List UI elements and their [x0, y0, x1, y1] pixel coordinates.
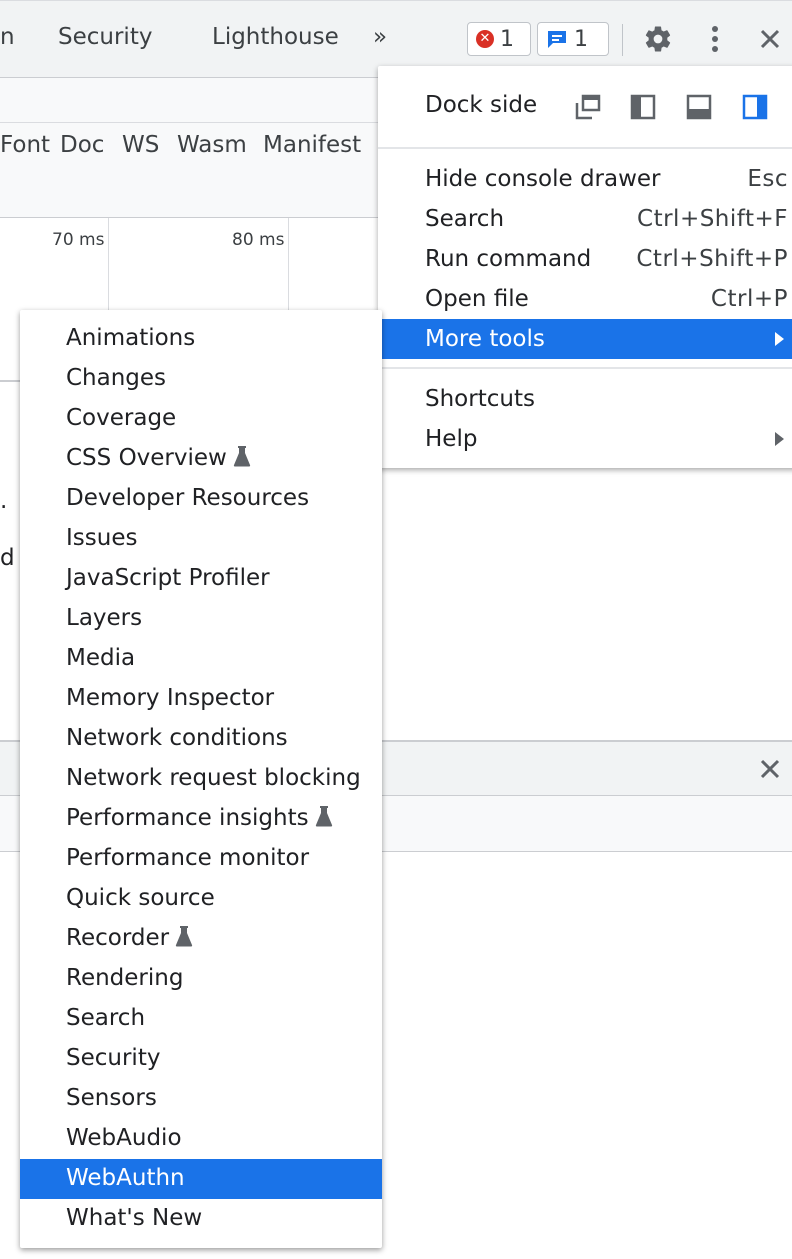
- text-fragment: .: [0, 488, 8, 514]
- more-tools-item-quick-source[interactable]: Quick source: [20, 879, 382, 919]
- experiment-flask-icon: [315, 806, 332, 827]
- dock-side-label: Dock side: [425, 92, 538, 118]
- menu-item-hide-console-drawer[interactable]: Hide console drawer Esc: [378, 159, 792, 199]
- more-tools-item-recorder[interactable]: Recorder: [20, 919, 382, 959]
- timeline-tick-label: 80 ms: [232, 230, 285, 250]
- more-options-button[interactable]: [697, 20, 733, 58]
- dock-side-row: Dock side: [378, 86, 792, 130]
- tab-partial[interactable]: n: [0, 24, 15, 50]
- kebab-menu-icon: [712, 26, 718, 52]
- submenu-arrow-icon: [775, 432, 784, 446]
- filter-type-ws[interactable]: WS: [122, 132, 159, 158]
- dock-right-icon[interactable]: [742, 94, 768, 120]
- shortcut-label: Ctrl+Shift+P: [636, 246, 788, 272]
- more-tools-item-performance-insights[interactable]: Performance insights: [20, 799, 382, 839]
- experiment-flask-icon: [233, 446, 251, 467]
- more-tools-item-webaudio[interactable]: WebAudio: [20, 1119, 382, 1159]
- shortcut-label: Esc: [747, 166, 788, 192]
- error-icon: ✕: [476, 30, 494, 48]
- tab-lighthouse[interactable]: Lighthouse: [212, 24, 339, 50]
- more-tools-item-javascript-profiler[interactable]: JavaScript Profiler: [20, 559, 382, 599]
- close-drawer-button[interactable]: [752, 750, 788, 788]
- dock-left-icon[interactable]: [630, 94, 656, 120]
- close-icon: [760, 759, 780, 779]
- close-icon: [760, 29, 780, 49]
- gear-icon: [645, 26, 671, 52]
- more-tools-item-memory-inspector[interactable]: Memory Inspector: [20, 679, 382, 719]
- menu-item-shortcuts[interactable]: Shortcuts: [378, 379, 792, 419]
- menu-separator: [378, 147, 792, 149]
- pane-divider: [0, 380, 20, 382]
- text-fragment: d: [0, 545, 15, 571]
- dock-bottom-icon[interactable]: [686, 94, 712, 120]
- tab-overflow-button[interactable]: »: [373, 24, 387, 50]
- more-tools-item-security[interactable]: Security: [20, 1039, 382, 1079]
- more-tools-item-issues[interactable]: Issues: [20, 519, 382, 559]
- menu-item-more-tools[interactable]: More tools: [378, 319, 792, 359]
- more-tools-item-sensors[interactable]: Sensors: [20, 1079, 382, 1119]
- customize-devtools-menu: Dock side Hide console drawer Esc Search…: [378, 66, 792, 468]
- menu-item-open-file[interactable]: Open file Ctrl+P: [378, 279, 792, 319]
- error-count: 1: [500, 26, 514, 52]
- toolbar-divider: [622, 24, 623, 56]
- more-tools-submenu: Animations Changes Coverage CSS Overview…: [20, 310, 382, 1248]
- more-tools-item-developer-resources[interactable]: Developer Resources: [20, 479, 382, 519]
- more-tools-item-coverage[interactable]: Coverage: [20, 399, 382, 439]
- message-count-badge[interactable]: 1: [537, 22, 609, 56]
- more-tools-item-network-conditions[interactable]: Network conditions: [20, 719, 382, 759]
- menu-separator: [378, 367, 792, 369]
- more-tools-item-layers[interactable]: Layers: [20, 599, 382, 639]
- message-count: 1: [574, 26, 588, 52]
- more-tools-item-css-overview[interactable]: CSS Overview: [20, 439, 382, 479]
- more-tools-item-webauthn[interactable]: WebAuthn: [20, 1159, 382, 1199]
- error-count-badge[interactable]: ✕ 1: [467, 22, 531, 56]
- filter-divider: [0, 122, 380, 123]
- timeline-tick-label: 70 ms: [52, 230, 105, 250]
- filter-type-manifest[interactable]: Manifest: [263, 132, 361, 158]
- shortcut-label: Ctrl+Shift+F: [637, 206, 788, 232]
- message-icon: [548, 31, 566, 48]
- close-devtools-button[interactable]: [752, 20, 788, 58]
- filter-type-wasm[interactable]: Wasm: [177, 132, 247, 158]
- settings-button[interactable]: [640, 20, 676, 58]
- menu-item-run-command[interactable]: Run command Ctrl+Shift+P: [378, 239, 792, 279]
- more-tools-item-media[interactable]: Media: [20, 639, 382, 679]
- undock-icon[interactable]: [575, 94, 601, 120]
- more-tools-item-network-request-blocking[interactable]: Network request blocking: [20, 759, 382, 799]
- menu-item-search[interactable]: Search Ctrl+Shift+F: [378, 199, 792, 239]
- experiment-flask-icon: [175, 926, 193, 947]
- more-tools-item-performance-monitor[interactable]: Performance monitor: [20, 839, 382, 879]
- tab-security[interactable]: Security: [58, 24, 152, 50]
- filter-type-doc[interactable]: Doc: [60, 132, 104, 158]
- more-tools-item-search[interactable]: Search: [20, 999, 382, 1039]
- more-tools-item-whats-new[interactable]: What's New: [20, 1199, 382, 1239]
- shortcut-label: Ctrl+P: [710, 286, 788, 312]
- menu-item-help[interactable]: Help: [378, 419, 792, 459]
- submenu-arrow-icon: [775, 332, 784, 346]
- timeline-gridline: [108, 218, 109, 310]
- timeline-gridline: [288, 218, 289, 310]
- more-tools-item-changes[interactable]: Changes: [20, 359, 382, 399]
- filter-type-font[interactable]: Font: [0, 132, 50, 158]
- more-tools-item-animations[interactable]: Animations: [20, 319, 382, 359]
- more-tools-item-rendering[interactable]: Rendering: [20, 959, 382, 999]
